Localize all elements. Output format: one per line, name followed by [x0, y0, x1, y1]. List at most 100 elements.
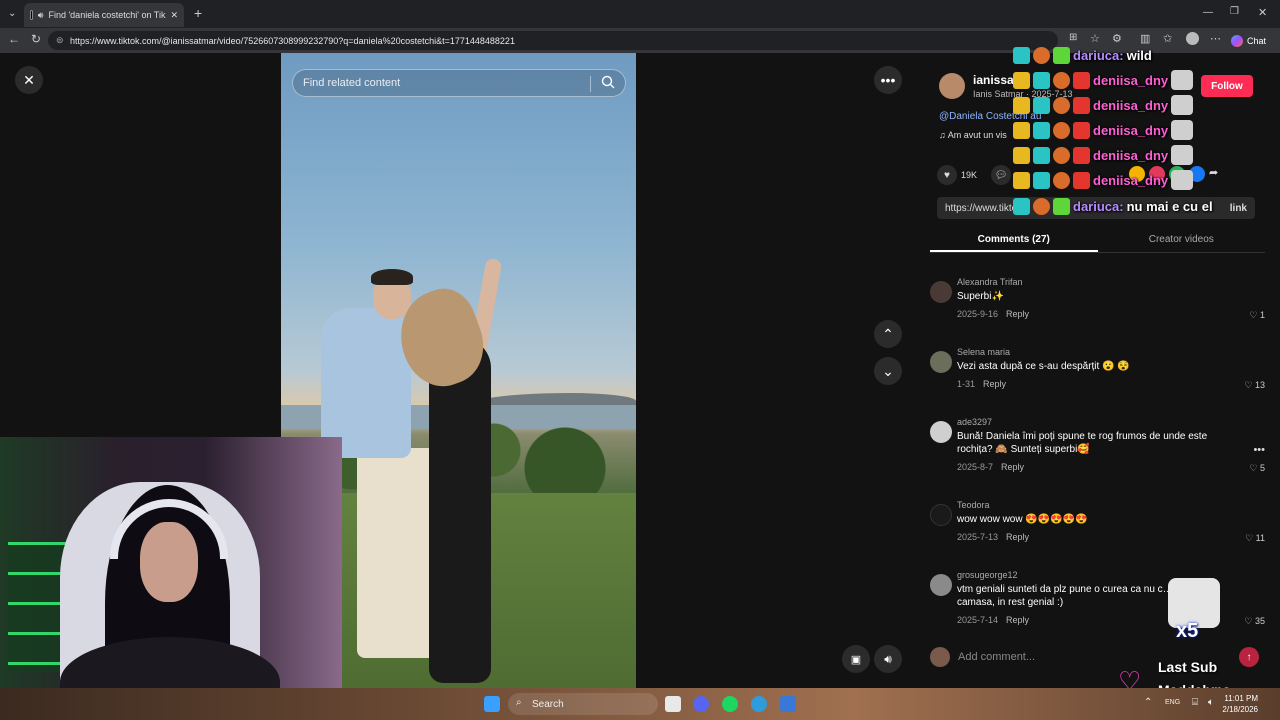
comment-meta: 2025-8-7 Reply: [957, 462, 1025, 472]
comment-like[interactable]: ♡ 11: [1245, 533, 1265, 544]
red-badge-icon: [1073, 146, 1090, 164]
more-menu-icon[interactable]: ⋯: [1210, 32, 1221, 45]
favorite-star-icon[interactable]: ☆: [1090, 32, 1100, 45]
like-heart-icon[interactable]: ♥: [937, 165, 957, 185]
green-badge-icon: [1053, 197, 1070, 215]
author-avatar[interactable]: [939, 73, 965, 99]
more-options-icon[interactable]: •••: [874, 66, 902, 94]
fox-badge-icon: [1053, 121, 1070, 139]
comment-icon[interactable]: 💬︎: [991, 165, 1012, 185]
start-windows-icon[interactable]: [484, 696, 500, 712]
next-video-chevron-down-icon[interactable]: ⌄: [874, 357, 902, 385]
maximize-button[interactable]: ❐: [1230, 6, 1239, 17]
spotify-icon[interactable]: [722, 696, 738, 712]
close-video-button[interactable]: ✕: [15, 66, 43, 94]
share-arrow-icon[interactable]: ➦: [1209, 166, 1218, 182]
close-tab-icon[interactable]: ✕: [170, 10, 178, 21]
gg-badge-icon: [1033, 171, 1050, 189]
search-placeholder: Find related content: [303, 77, 401, 89]
commenter-name[interactable]: Teodora: [957, 500, 990, 510]
reply-button[interactable]: Reply: [1006, 532, 1029, 542]
browser-tab[interactable]: 🔊︎ Find 'daniela costetchi' on Tik ✕: [24, 3, 184, 27]
close-window-button[interactable]: ✕: [1258, 6, 1267, 19]
reload-icon[interactable]: ↻: [31, 32, 41, 46]
comment-like[interactable]: ♡ 13: [1244, 380, 1265, 391]
edge-icon[interactable]: [751, 696, 767, 712]
panel-tabs: Comments (27) Creator videos: [930, 229, 1265, 253]
commenter-name[interactable]: ade3297: [957, 417, 992, 427]
tab-comments[interactable]: Comments (27): [930, 229, 1098, 252]
copy-link-button[interactable]: link: [1230, 203, 1247, 214]
commenter-avatar[interactable]: [930, 281, 952, 303]
back-arrow-icon[interactable]: ←: [8, 32, 20, 46]
network-icon[interactable]: ⌸: [1192, 697, 1198, 708]
comment-meta: 2025-7-13 Reply: [957, 532, 1030, 542]
green-badge-icon: [1053, 46, 1070, 64]
reply-button[interactable]: Reply: [983, 379, 1006, 389]
comment-more-icon[interactable]: •••: [1253, 444, 1265, 456]
tab-title: Find 'daniela costetchi' on Tik: [48, 10, 166, 20]
comment-like[interactable]: ♡ 1: [1249, 310, 1265, 321]
chat-label: Chat: [1246, 35, 1266, 46]
commenter-avatar[interactable]: [930, 574, 952, 596]
taskbar-clock[interactable]: 11:01 PM 2/18/2026: [1222, 693, 1258, 715]
gg-badge-icon: [1033, 121, 1050, 139]
music-label[interactable]: ♫ Am avut un vis: [939, 130, 1007, 140]
reply-button[interactable]: Reply: [1006, 309, 1029, 319]
volume-icon[interactable]: 🔊︎: [874, 645, 902, 673]
copilot-icon: [1230, 34, 1243, 47]
app-icon[interactable]: [780, 696, 796, 712]
search-icon[interactable]: [601, 75, 615, 89]
taskbar-search[interactable]: ⌕ Search: [508, 693, 658, 715]
like-count: 19K: [961, 170, 978, 180]
reply-button[interactable]: Reply: [1006, 615, 1029, 625]
red-badge-icon: [1073, 171, 1090, 189]
streamer-webcam: [0, 437, 342, 720]
profile-avatar[interactable]: [1186, 32, 1199, 45]
extensions-icon[interactable]: ⚙: [1112, 32, 1122, 45]
apps-icon[interactable]: ⊞: [1069, 32, 1077, 43]
tray-chevron-icon[interactable]: ⌃: [1144, 697, 1152, 708]
commenter-name[interactable]: Alexandra Trifan: [957, 277, 1023, 287]
commenter-avatar[interactable]: [930, 351, 952, 373]
speaker-icon[interactable]: 🔈︎: [1208, 697, 1214, 708]
crown-badge-icon: [1013, 171, 1030, 189]
comment-item: Alexandra Trifan Superbi✨ 2025-9-16 Reply…: [930, 277, 1265, 337]
add-comment-input[interactable]: Add comment...: [958, 651, 1035, 663]
discord-icon[interactable]: [693, 696, 709, 712]
language-indicator[interactable]: ENG: [1165, 699, 1180, 706]
new-tab-button[interactable]: +: [194, 5, 202, 21]
cat-emote-icon: [1171, 145, 1194, 165]
comment-meta: 2025-7-14 Reply: [957, 615, 1030, 625]
commenter-name[interactable]: Selena maria: [957, 347, 1010, 357]
cat-emote-icon: [1171, 95, 1194, 115]
comment-like[interactable]: ♡ 35: [1244, 616, 1265, 627]
split-screen-icon[interactable]: ▥: [1140, 32, 1150, 45]
comment-item: Teodora wow wow wow 😍😍😍😍😍 2025-7-13 Reply…: [930, 500, 1265, 560]
follow-button[interactable]: Follow: [1201, 75, 1253, 97]
tab-creator-videos[interactable]: Creator videos: [1098, 229, 1266, 252]
video-actions: ♥ 19K 💬︎: [937, 165, 1012, 185]
file-explorer-icon[interactable]: [665, 696, 681, 712]
fox-badge-icon: [1053, 171, 1070, 189]
reply-button[interactable]: Reply: [1001, 462, 1024, 472]
commenter-avatar[interactable]: [930, 504, 952, 526]
find-related-search-input[interactable]: Find related content: [292, 69, 626, 97]
copilot-chat-button[interactable]: Chat: [1225, 32, 1272, 49]
author-name[interactable]: ianissa: [973, 73, 1014, 87]
speaker-icon[interactable]: 🔊︎: [38, 10, 44, 21]
cat-emote-icon: [1171, 170, 1194, 190]
url-field[interactable]: ⊜ https://www.tiktok.com/@ianissatmar/vi…: [48, 31, 1058, 50]
pip-icon[interactable]: ▣: [842, 645, 870, 673]
copy-link-url: https://www.tikto: [945, 202, 1018, 214]
minimize-button[interactable]: —: [1203, 7, 1213, 18]
red-badge-icon: [1073, 71, 1090, 89]
chat-message: deniisa_dny: [1013, 170, 1194, 190]
commenter-name[interactable]: grosugeorge12: [957, 570, 1018, 580]
site-info-icon[interactable]: ⊜: [56, 35, 64, 46]
previous-video-chevron-up-icon[interactable]: ⌃: [874, 320, 902, 348]
favorites-icon[interactable]: ✩: [1163, 32, 1172, 45]
comment-like[interactable]: ♡ 5: [1249, 463, 1265, 474]
commenter-avatar[interactable]: [930, 421, 952, 443]
tab-list-chevron-icon[interactable]: ⌄: [8, 8, 16, 19]
